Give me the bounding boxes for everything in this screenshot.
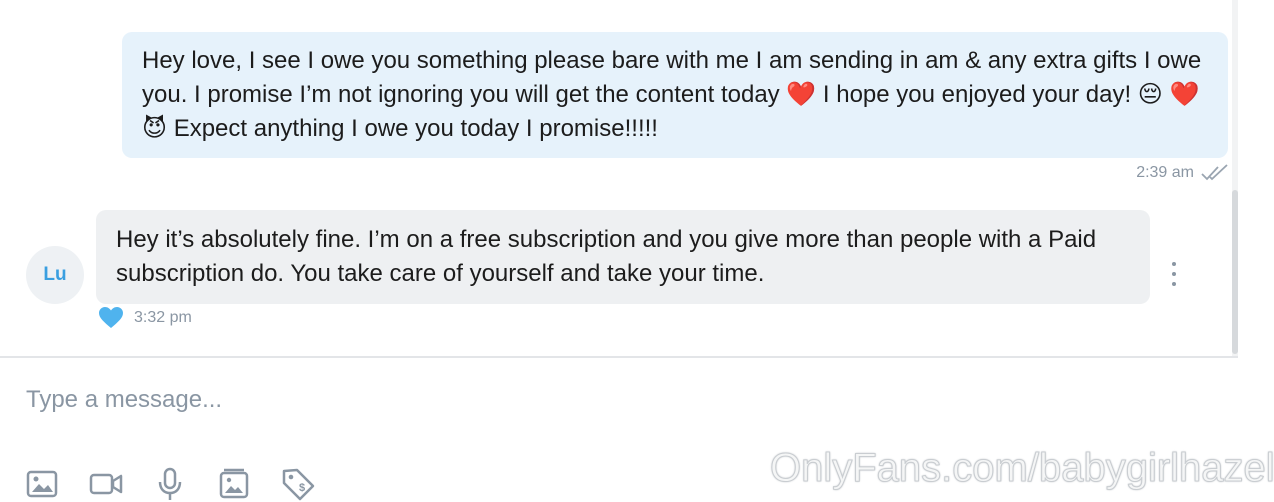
chat-thread[interactable]: Hey love, I see I owe you something plea…: [0, 0, 1238, 356]
watermark: OnlyFans.com/babygirlhazel: [770, 446, 1274, 491]
microphone-icon[interactable]: [152, 466, 188, 502]
svg-text:$: $: [299, 482, 305, 494]
message-input[interactable]: [26, 380, 926, 420]
avatar[interactable]: Lu: [26, 246, 84, 304]
incoming-message-bubble[interactable]: Hey it’s absolutely fine. I’m on a free …: [96, 210, 1150, 304]
image-icon[interactable]: [24, 466, 60, 502]
incoming-message-meta: 3:32 pm: [98, 304, 192, 332]
price-tag-icon[interactable]: $: [280, 466, 316, 502]
outgoing-message-meta: 2:39 am: [1100, 162, 1230, 184]
media-vault-icon[interactable]: [216, 466, 252, 502]
composer-divider: [0, 356, 1238, 358]
scrollbar-thumb[interactable]: [1232, 190, 1238, 354]
double-check-icon: [1201, 164, 1228, 181]
avatar-initials: Lu: [43, 264, 67, 285]
incoming-message-time: 3:32 pm: [134, 309, 192, 326]
video-icon[interactable]: [88, 466, 124, 502]
more-options-icon[interactable]: [1163, 262, 1185, 286]
outgoing-message-time: 2:39 am: [1136, 164, 1194, 181]
heart-icon[interactable]: [98, 306, 124, 330]
outgoing-message-bubble[interactable]: Hey love, I see I owe you something plea…: [122, 32, 1228, 158]
outgoing-message-text: Hey love, I see I owe you something plea…: [142, 47, 1202, 142]
incoming-message-text: Hey it’s absolutely fine. I’m on a free …: [116, 226, 1097, 287]
